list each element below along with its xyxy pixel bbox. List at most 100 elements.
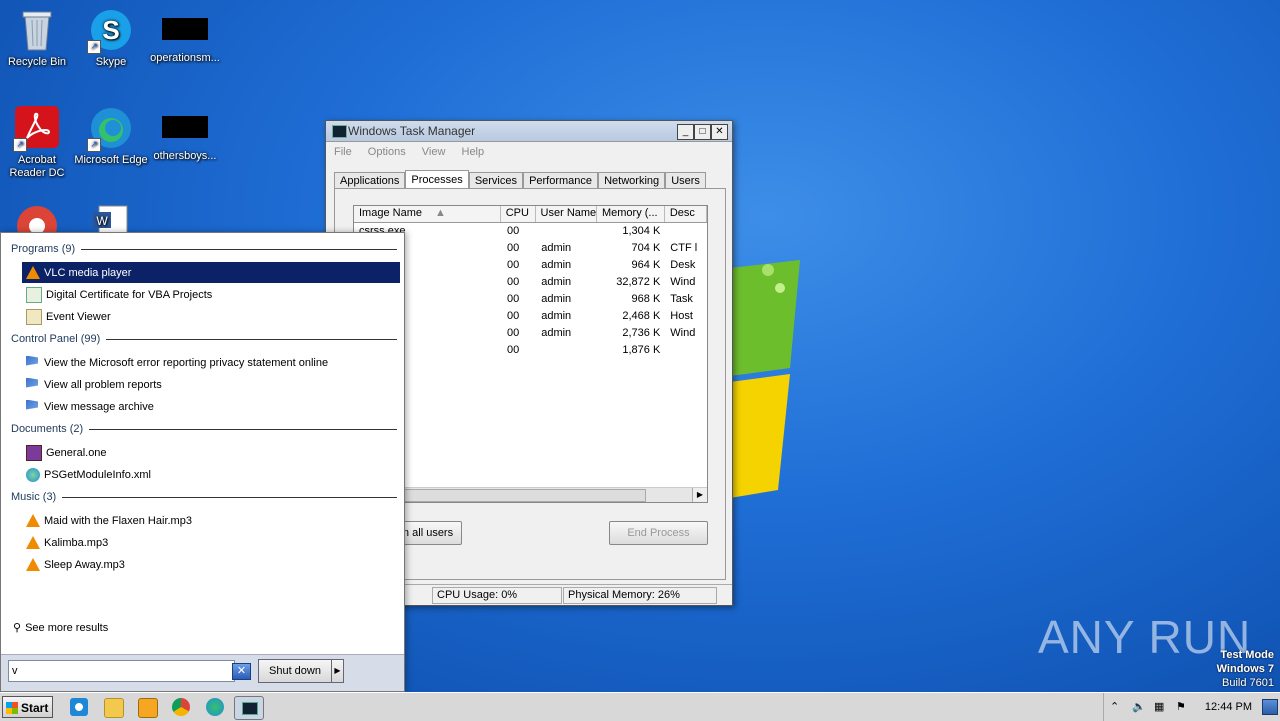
search-input[interactable]: v (8, 660, 235, 682)
edge-icon[interactable] (206, 698, 224, 716)
tab-processes[interactable]: Processes (405, 170, 469, 190)
task-manager-taskbar-button[interactable] (234, 696, 264, 720)
ie-icon[interactable] (70, 698, 88, 716)
cell-mem: 1,304 K (622, 225, 661, 237)
cell-cpu: 00 (506, 293, 520, 305)
menu-file[interactable]: File (334, 142, 352, 162)
minimize-button[interactable]: _ (677, 124, 694, 140)
shutdown-options-arrow-icon[interactable]: ▶ (331, 659, 344, 683)
tab-users[interactable]: Users (665, 172, 706, 189)
cell-mem: 32,872 K (616, 276, 661, 288)
menu-bar: File Options View Help (326, 142, 732, 162)
cell-user: admin (541, 327, 572, 339)
skype-icon: S ↗ (87, 8, 133, 54)
explorer-icon[interactable] (104, 698, 124, 718)
clear-search-icon[interactable]: ✕ (232, 663, 251, 680)
clock[interactable]: 12:44 PM (1205, 701, 1252, 713)
desktop-icon-operations[interactable]: operationsm... (148, 8, 222, 65)
column-memory[interactable]: Memory (... (597, 206, 665, 222)
action-center-flag-icon[interactable]: ⚑ (1176, 700, 1186, 713)
result-label: VLC media player (44, 266, 132, 279)
process-table[interactable]: Image Name ▲ CPU User Name Memory (... D… (353, 205, 708, 503)
cell-mem: 704 K (631, 242, 661, 254)
tab-applications[interactable]: Applications (334, 172, 406, 189)
scroll-right-arrow-icon[interactable]: ▶ (692, 488, 707, 502)
cell-user (536, 342, 597, 359)
group-programs[interactable]: Programs (9) (11, 243, 397, 255)
tab-networking[interactable]: Networking (598, 172, 666, 189)
recycle-bin-icon (15, 8, 59, 52)
result-sleep-away[interactable]: Sleep Away.mp3 (22, 554, 400, 575)
end-process-button[interactable]: End Process (609, 521, 708, 545)
network-icon[interactable]: ▦ (1154, 700, 1164, 713)
horizontal-scrollbar[interactable]: ▶ (354, 487, 707, 502)
show-hidden-icons-icon[interactable]: ⌃ (1110, 700, 1119, 713)
table-row[interactable]: csrss.exe 00 1,304 K (354, 223, 707, 240)
cell-desc (665, 223, 707, 240)
group-documents[interactable]: Documents (2) (11, 423, 397, 435)
desktop-icon-acrobat[interactable]: ↗ Acrobat Reader DC (0, 106, 74, 180)
result-kalimba[interactable]: Kalimba.mp3 (22, 532, 400, 553)
result-maid-flaxen-hair[interactable]: Maid with the Flaxen Hair.mp3 (22, 510, 400, 531)
chrome-icon[interactable] (172, 698, 190, 716)
column-description[interactable]: Desc (665, 206, 707, 222)
result-view-problem-reports[interactable]: View all problem reports (22, 374, 400, 395)
group-title: Programs (9) (11, 243, 76, 255)
test-mode-notice: Test Mode Windows 7 Build 7601 (1217, 648, 1274, 690)
group-control-panel[interactable]: Control Panel (99) (11, 333, 397, 345)
table-row[interactable]: exe00admin2,736 KWind (354, 325, 707, 342)
result-error-reporting-privacy[interactable]: View the Microsoft error reporting priva… (22, 352, 400, 373)
column-user-name[interactable]: User Name (536, 206, 597, 222)
cell-cpu: 00 (506, 259, 520, 271)
onenote-icon (26, 444, 42, 461)
menu-options[interactable]: Options (368, 142, 406, 162)
result-label: Kalimba.mp3 (44, 536, 109, 549)
show-desktop-icon[interactable] (1262, 699, 1278, 715)
shutdown-button[interactable]: Shut down (258, 659, 332, 683)
title-bar[interactable]: Windows Task Manager _ □ ✕ (326, 121, 732, 142)
result-psgetmoduleinfo[interactable]: PSGetModuleInfo.xml (22, 464, 400, 485)
table-row[interactable]: exe00admin2,468 KHost (354, 308, 707, 325)
shortcut-arrow-icon: ↗ (87, 40, 101, 54)
test-mode-line: Test Mode (1220, 649, 1274, 661)
cell-mem: 968 K (631, 293, 661, 305)
table-row[interactable]: 00 admin 964 K Desk (354, 257, 707, 274)
close-button[interactable]: ✕ (711, 124, 728, 140)
media-player-icon[interactable] (138, 698, 158, 718)
table-row[interactable]: xe00admin704 KCTF l (354, 240, 707, 257)
table-header: Image Name ▲ CPU User Name Memory (... D… (354, 206, 707, 223)
svg-text:W: W (96, 214, 108, 228)
result-event-viewer[interactable]: Event Viewer (22, 306, 400, 327)
menu-help[interactable]: Help (462, 142, 485, 162)
tab-services[interactable]: Services (468, 172, 523, 189)
shortcut-arrow-icon: ↗ (87, 138, 101, 152)
desktop-icon-othersboys[interactable]: othersboys... (148, 106, 222, 163)
result-label: PSGetModuleInfo.xml (44, 468, 151, 481)
see-more-results-link[interactable]: ⚲ See more results (13, 621, 108, 635)
start-button[interactable]: Start (2, 696, 53, 718)
window-title: Windows Task Manager (348, 124, 476, 138)
result-view-message-archive[interactable]: View message archive (22, 396, 400, 417)
task-manager-icon (332, 125, 347, 138)
column-cpu[interactable]: CPU (501, 206, 536, 222)
action-center-flag-icon (26, 377, 40, 392)
table-row[interactable]: exe001,876 K (354, 342, 707, 359)
table-row[interactable]: exe00admin968 KTask (354, 291, 707, 308)
group-music[interactable]: Music (3) (11, 491, 397, 503)
desktop-icon-skype[interactable]: S ↗ Skype (74, 8, 148, 69)
start-menu[interactable]: Programs (9) VLC media player Digital Ce… (0, 232, 405, 692)
volume-icon[interactable]: 🔈 (1132, 700, 1146, 713)
vlc-icon (26, 265, 40, 280)
svg-text:S: S (102, 15, 119, 45)
result-vlc-media-player[interactable]: VLC media player (22, 262, 400, 283)
result-general-one[interactable]: General.one (22, 442, 400, 463)
result-label: Maid with the Flaxen Hair.mp3 (44, 514, 192, 527)
desktop-icon-edge[interactable]: ↗ Microsoft Edge (74, 106, 148, 167)
result-digital-certificate[interactable]: Digital Certificate for VBA Projects (22, 284, 400, 305)
maximize-button[interactable]: □ (694, 124, 711, 140)
column-image-name[interactable]: Image Name ▲ (354, 206, 501, 222)
table-row[interactable]: exe00admin32,872 KWind (354, 274, 707, 291)
menu-view[interactable]: View (422, 142, 446, 162)
desktop-icon-recycle-bin[interactable]: Recycle Bin (0, 8, 74, 69)
tab-performance[interactable]: Performance (523, 172, 599, 189)
